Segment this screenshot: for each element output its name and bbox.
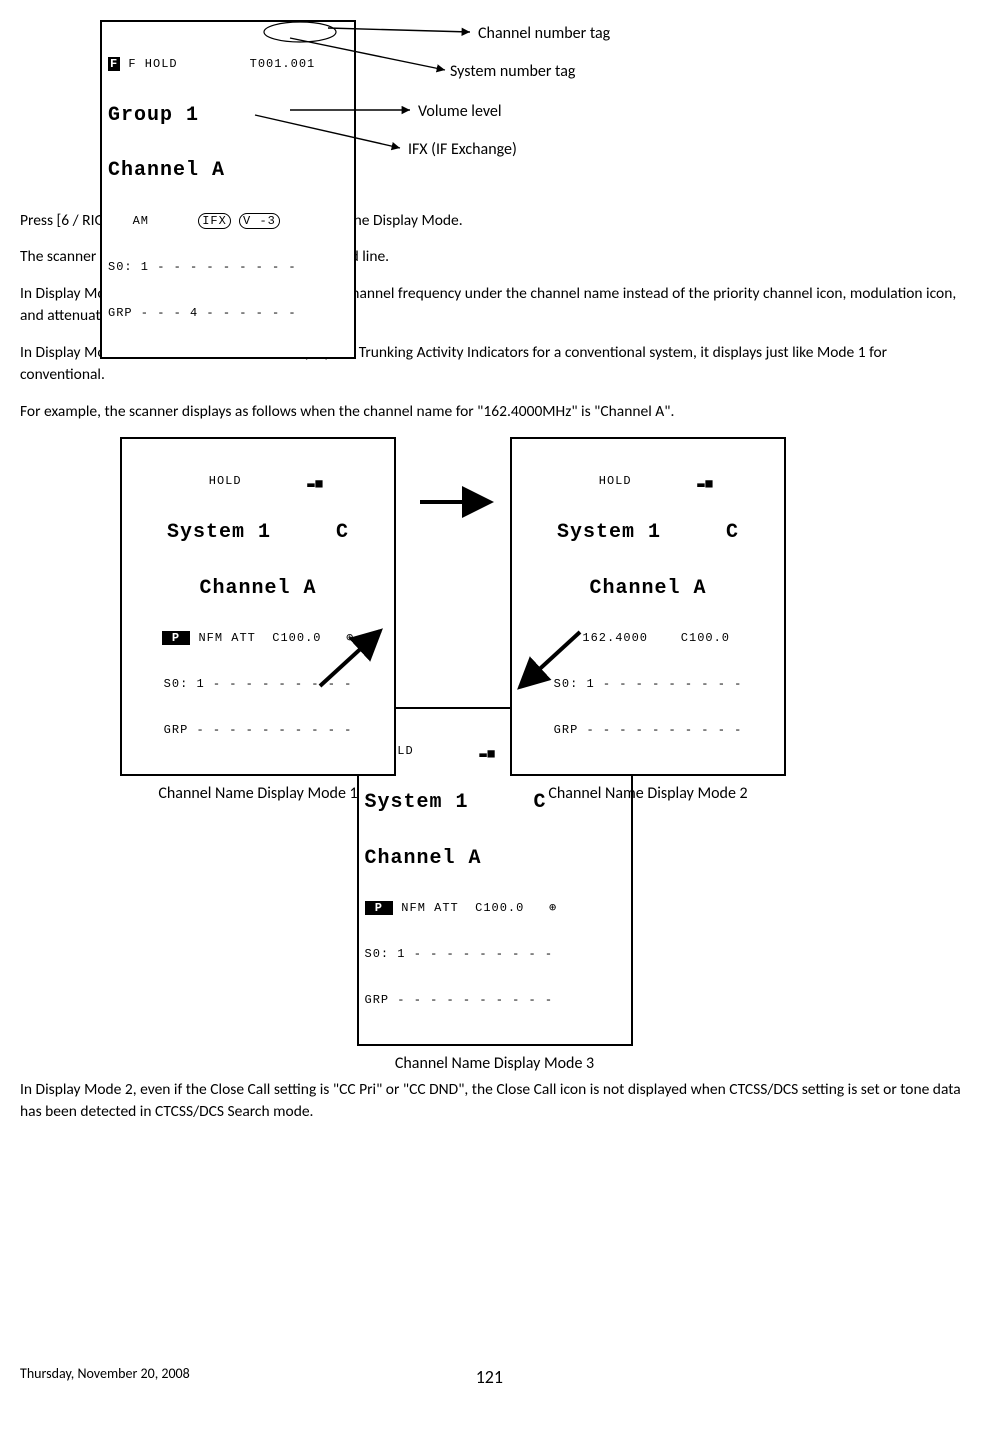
m2-l6: GRP - - - - - - - - - -	[518, 724, 778, 738]
lcd-mode1: HOLD ▂▄ System 1 C Channel A P NFM ATT C…	[120, 437, 396, 776]
m1-l3: Channel A	[128, 577, 388, 600]
grp-line: GRP - - - 4 - - - - - -	[108, 307, 348, 321]
m3-pri-icon: P	[365, 901, 394, 915]
f-icon: F	[108, 57, 120, 71]
m3-l5: S0: 1 - - - - - - - - -	[365, 948, 625, 962]
lcd-top: F F HOLD T001.001 Group 1 Channel A AM IF…	[100, 20, 356, 359]
volume-tag: V -3	[239, 213, 280, 229]
hold-label: F HOLD	[128, 57, 177, 71]
close-call-icon: ⊕	[346, 631, 354, 645]
close-call-icon: ⊕	[549, 901, 557, 915]
para-6: In Display Mode 2, even if the Close Cal…	[20, 1079, 969, 1124]
footer-page: 121	[476, 1364, 503, 1390]
m3-l3: Channel A	[365, 847, 625, 870]
label-volume: Volume level	[418, 100, 502, 123]
caption-mode1: Channel Name Display Mode 1	[120, 782, 396, 805]
group-line: Group 1	[108, 104, 348, 127]
ifx-tag: IFX	[198, 213, 231, 229]
footer-date: Thursday, November 20, 2008	[20, 1364, 190, 1390]
m1-l5: S0: 1 - - - - - - - - -	[128, 678, 388, 692]
caption-mode2: Channel Name Display Mode 2	[510, 782, 786, 805]
m2-l1: HOLD ▂▄	[518, 475, 778, 489]
lcd-mode2: HOLD ▂▄ System 1 C Channel A 162.4000 C1…	[510, 437, 786, 776]
m1-l6: GRP - - - - - - - - - -	[128, 724, 388, 738]
channel-line: Channel A	[108, 159, 348, 182]
m1-l2: System 1 C	[128, 521, 388, 544]
m1-pri-icon: P	[162, 631, 191, 645]
m1-l4: NFM ATT C100.0	[190, 631, 346, 645]
para-5: For example, the scanner displays as fol…	[20, 401, 969, 423]
m3-l4: NFM ATT C100.0	[393, 901, 549, 915]
label-ifx: IFX (IF Exchange)	[408, 138, 517, 161]
sys-chan-tag: T001.001	[250, 57, 316, 71]
label-channel-tag: Channel number tag	[478, 22, 610, 45]
mod-label: AM	[108, 214, 149, 228]
m2-l4: 162.4000 C100.0	[518, 632, 778, 646]
caption-mode3: Channel Name Display Mode 3	[20, 1052, 969, 1075]
m2-l3: Channel A	[518, 577, 778, 600]
m3-l6: GRP - - - - - - - - - -	[365, 994, 625, 1008]
s0-line: S0: 1 - - - - - - - - -	[108, 261, 348, 275]
m2-l5: S0: 1 - - - - - - - - -	[518, 678, 778, 692]
m1-l1: HOLD ▂▄	[128, 475, 388, 489]
m2-l2: System 1 C	[518, 521, 778, 544]
label-system-tag: System number tag	[450, 60, 575, 83]
